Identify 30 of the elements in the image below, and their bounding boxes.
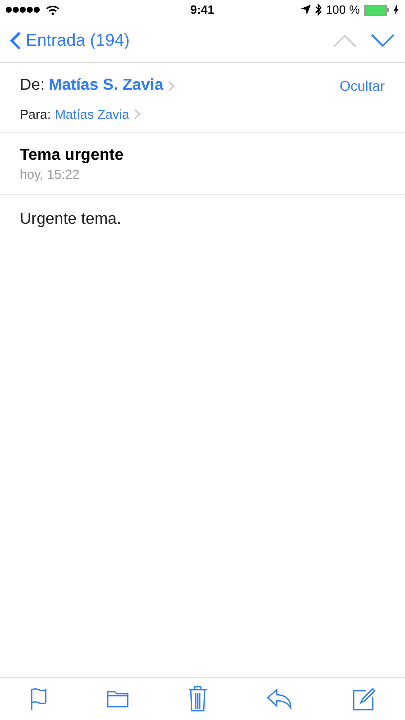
compose-icon <box>352 687 376 711</box>
charging-icon <box>394 5 399 15</box>
bluetooth-icon <box>314 4 322 16</box>
signal-icon <box>6 7 42 13</box>
sender-link[interactable]: Matías S. Zavia <box>48 77 164 95</box>
location-icon <box>300 5 311 15</box>
flag-icon <box>30 687 48 711</box>
wifi-icon <box>46 5 60 15</box>
chevron-icon <box>134 109 140 120</box>
message-body: Urgente tema. <box>20 211 122 228</box>
trash-button[interactable] <box>188 686 208 712</box>
recipient-link[interactable]: Matías Zavia <box>55 107 130 122</box>
folder-button[interactable] <box>106 690 128 708</box>
reply-icon <box>266 688 292 710</box>
date: hoy, 15:22 <box>20 167 81 182</box>
battery-percent: 100 % <box>326 3 360 17</box>
subject: Tema urgente <box>20 147 125 165</box>
status-time: 9:41 <box>190 3 215 17</box>
compose-button[interactable] <box>352 687 376 711</box>
back-link[interactable]: Entrada (194) <box>10 31 319 51</box>
folder-icon <box>106 690 128 708</box>
hide-link[interactable]: Ocultar <box>340 78 385 94</box>
battery-icon <box>364 4 390 16</box>
trash-icon <box>188 686 208 712</box>
flag-button[interactable] <box>30 687 48 711</box>
reply-button[interactable] <box>266 688 292 710</box>
from-label: De: <box>20 77 45 95</box>
back-chevron-icon <box>10 31 22 51</box>
chevron-icon <box>168 80 175 92</box>
to-label: Para: <box>20 107 52 122</box>
